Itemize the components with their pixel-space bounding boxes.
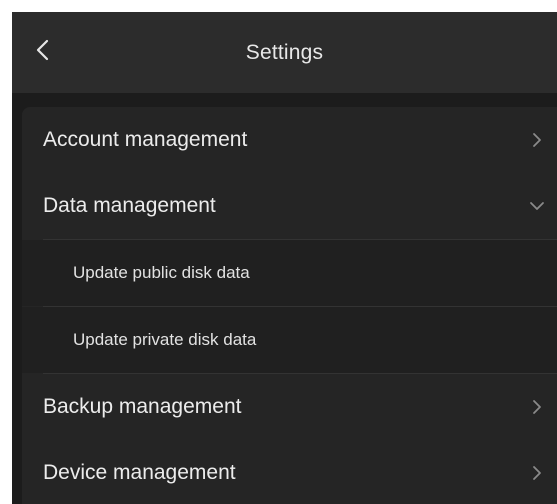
menu-item-label: Backup management [43, 395, 242, 418]
menu-item-label: Account management [43, 128, 248, 151]
app-header: Settings [12, 12, 557, 93]
menu-item-account-management[interactable]: Account management [22, 107, 557, 173]
chevron-right-icon [527, 397, 547, 417]
menu-item-data-management[interactable]: Data management [22, 173, 557, 239]
chevron-down-icon [527, 196, 547, 216]
submenu-item-label: Update private disk data [73, 330, 257, 349]
submenu-item-update-private-disk-data[interactable]: Update private disk data [22, 307, 557, 373]
chevron-right-icon [527, 130, 547, 150]
menu-item-backup-management[interactable]: Backup management [22, 374, 557, 440]
chevron-right-icon [527, 463, 547, 483]
page-title: Settings [245, 41, 324, 64]
submenu-item-label: Update public disk data [73, 263, 250, 282]
settings-screen: Settings Account management Data managem… [12, 12, 557, 504]
menu-item-label: Device management [43, 461, 236, 484]
menu-item-device-management[interactable]: Device management [22, 440, 557, 504]
settings-list: Account management Data management Updat… [22, 107, 557, 504]
submenu-item-update-public-disk-data[interactable]: Update public disk data [22, 240, 557, 306]
menu-item-label: Data management [43, 194, 216, 217]
